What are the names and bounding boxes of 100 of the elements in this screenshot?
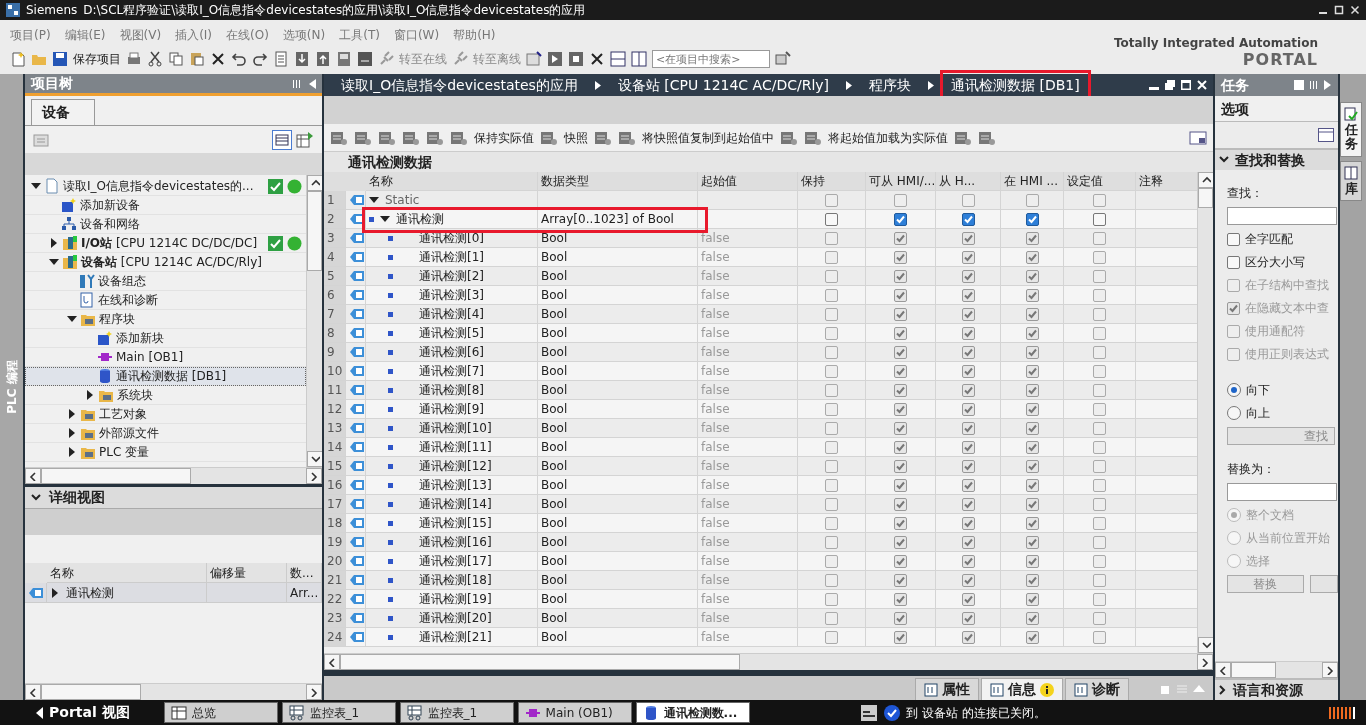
search-field[interactable]: <在项目中搜索> xyxy=(652,50,770,68)
menu-item[interactable]: 在线(O) xyxy=(226,26,269,46)
tree-item[interactable]: 在线和诊断 xyxy=(25,291,306,310)
tree-item[interactable]: I/O站 [CPU 1214C DC/DC/DC] xyxy=(25,234,306,253)
table-cell-text: Bool xyxy=(541,458,568,475)
toolbar-button[interactable]: 快照 xyxy=(564,128,588,147)
toolbar-button[interactable]: 将起始值加载为实际值 xyxy=(828,128,948,147)
table-cell-text: false xyxy=(701,268,730,285)
section-header[interactable]: 语言和资源 xyxy=(1215,678,1338,700)
table-cell-text: false xyxy=(701,534,730,551)
table-row[interactable]: 8 通讯检测[5] Bool false xyxy=(324,324,1197,343)
breadcrumb-link[interactable]: 程序块 xyxy=(858,70,923,100)
table-cell-text: false xyxy=(701,496,730,513)
inspector-tab[interactable]: 信息 xyxy=(981,678,1063,700)
table-cell-text: false xyxy=(701,325,730,342)
menu-item[interactable]: 编辑(E) xyxy=(64,26,106,46)
tree-item[interactable]: 设备站 [CPU 1214C AC/DC/Rly] xyxy=(25,253,306,272)
tree-item[interactable]: 外部源文件 xyxy=(25,424,306,443)
menu-item[interactable]: 工具(T) xyxy=(339,26,380,46)
table-row[interactable]: 19 通讯检测[16] Bool false xyxy=(324,533,1197,552)
table-row[interactable]: 11 通讯检测[8] Bool false xyxy=(324,381,1197,400)
inspector-tab[interactable]: 诊断 xyxy=(1065,678,1129,700)
table-cell-text: false xyxy=(701,610,730,627)
menu-item[interactable]: 窗口(W) xyxy=(393,26,440,46)
table-row[interactable]: 通讯检测 Arr... xyxy=(25,583,322,603)
tree-item[interactable]: 设备组态 xyxy=(25,272,306,291)
table-cell-text: 通讯检测[6] xyxy=(419,344,484,361)
table-cell-text: false xyxy=(701,553,730,570)
table-row[interactable]: 9 通讯检测[6] Bool false xyxy=(324,343,1197,362)
tree-item[interactable]: 通讯检测数据 [DB1] xyxy=(25,367,306,386)
table-row[interactable]: 12 通讯检测[9] Bool false xyxy=(324,400,1197,419)
table-row[interactable]: 15 通讯检测[12] Bool false xyxy=(324,457,1197,476)
taskbar-tab[interactable]: 通讯检测数... xyxy=(635,702,750,723)
taskbar-tab[interactable]: 监控表_1 xyxy=(281,702,396,723)
inspector-tab[interactable]: 属性 xyxy=(915,678,979,700)
table-cell-text: 通讯检测 xyxy=(396,211,444,228)
table-row[interactable]: 6 通讯检测[3] Bool false xyxy=(324,286,1197,305)
menu-item[interactable]: 视图(V) xyxy=(119,26,162,46)
table-cell-text: false xyxy=(701,287,730,304)
table-cell-text: Bool xyxy=(541,496,568,513)
tree-item[interactable]: 工艺对象 xyxy=(25,405,306,424)
portal-view-button[interactable]: Portal 视图 xyxy=(0,702,160,723)
table-cell-text: 通讯检测[4] xyxy=(419,306,484,323)
table-cell-text: false xyxy=(701,344,730,361)
table-row[interactable]: 2 通讯检测 Array[0..1023] of Bool xyxy=(324,210,1197,229)
toolbar-button[interactable]: 保持实际值 xyxy=(474,128,534,147)
taskbar-tab[interactable]: 监控表_1 xyxy=(399,702,514,723)
table-row[interactable]: 13 通讯检测[10] Bool false xyxy=(324,419,1197,438)
table-cell-text: 通讯检测[1] xyxy=(419,249,484,266)
table-row[interactable]: 14 通讯检测[11] Bool false xyxy=(324,438,1197,457)
side-tab[interactable]: 库 xyxy=(1340,160,1362,201)
menu-item[interactable]: 项目(P) xyxy=(10,26,51,46)
tree-item[interactable]: 程序块 xyxy=(25,310,306,329)
taskbar-tab[interactable]: Main (OB1) xyxy=(517,702,632,723)
tree-item[interactable]: 读取I_O信息指令devicestates的... xyxy=(25,177,306,196)
tree-item[interactable]: 系统块 xyxy=(25,386,306,405)
table-row[interactable]: 22 通讯检测[19] Bool false xyxy=(324,590,1197,609)
menu-item[interactable]: 选项(N) xyxy=(282,26,326,46)
table-cell-text: 通讯检测[13] xyxy=(419,477,492,494)
section-header[interactable]: 查找和替换 xyxy=(1215,148,1338,170)
table-cell-text: 通讯检测[16] xyxy=(419,534,492,551)
table-row[interactable]: 17 通讯检测[14] Bool false xyxy=(324,495,1197,514)
table-row[interactable]: 7 通讯检测[4] Bool false xyxy=(324,305,1197,324)
table-cell-text: false xyxy=(701,249,730,266)
table-row[interactable]: 16 通讯检测[13] Bool false xyxy=(324,476,1197,495)
option-label: 在隐藏文本中查 xyxy=(1245,300,1329,317)
devices-tab[interactable]: 设备 xyxy=(31,99,95,125)
menu-item[interactable]: 插入(I) xyxy=(175,26,213,46)
table-row[interactable]: 1 Static xyxy=(324,191,1197,210)
tree-item[interactable]: PLC 变量 xyxy=(25,443,306,462)
table-row[interactable]: 18 通讯检测[15] Bool false xyxy=(324,514,1197,533)
table-cell-text: 通讯检测[17] xyxy=(419,553,492,570)
table-row[interactable]: 23 通讯检测[20] Bool false xyxy=(324,609,1197,628)
save-project-button[interactable]: 保存项目 xyxy=(73,50,121,68)
tree-item[interactable]: 添加新设备 xyxy=(25,196,306,215)
side-tab[interactable]: 任务 xyxy=(1340,102,1362,157)
toolbar-button[interactable]: 将快照值复制到起始值中 xyxy=(642,128,774,147)
table-row[interactable]: 5 通讯检测[2] Bool false xyxy=(324,267,1197,286)
table-cell-text: Bool xyxy=(541,268,568,285)
table-row[interactable]: 10 通讯检测[7] Bool false xyxy=(324,362,1197,381)
row-number: 3 xyxy=(324,229,346,248)
row-number: 14 xyxy=(324,438,346,457)
table-cell-text: Bool xyxy=(541,306,568,323)
table-row[interactable]: 24 通讯检测[21] Bool false xyxy=(324,628,1197,647)
tree-item[interactable]: 添加新块 xyxy=(25,329,306,348)
table-cell-text: Bool xyxy=(541,629,568,646)
row-number: 21 xyxy=(324,571,346,590)
table-cell-text: 通讯检测[3] xyxy=(419,287,484,304)
table-cell-text: Bool xyxy=(541,610,568,627)
taskbar-tab[interactable]: 总览 xyxy=(163,702,278,723)
table-cell-text: Bool xyxy=(541,363,568,380)
option-label: 区分大小写 xyxy=(1245,254,1305,271)
breadcrumb-link[interactable]: 设备站 [CPU 1214C AC/DC/Rly] xyxy=(606,70,841,100)
option-label: 整个文档 xyxy=(1246,507,1294,524)
breadcrumb-link[interactable]: 读取I_O信息指令devicestates的应用 xyxy=(330,70,589,100)
table-row[interactable]: 21 通讯检测[18] Bool false xyxy=(324,571,1197,590)
table-row[interactable]: 20 通讯检测[17] Bool false xyxy=(324,552,1197,571)
tree-item[interactable]: 设备和网络 xyxy=(25,215,306,234)
menu-item[interactable]: 帮助(H) xyxy=(453,26,496,46)
table-row[interactable]: 4 通讯检测[1] Bool false xyxy=(324,248,1197,267)
